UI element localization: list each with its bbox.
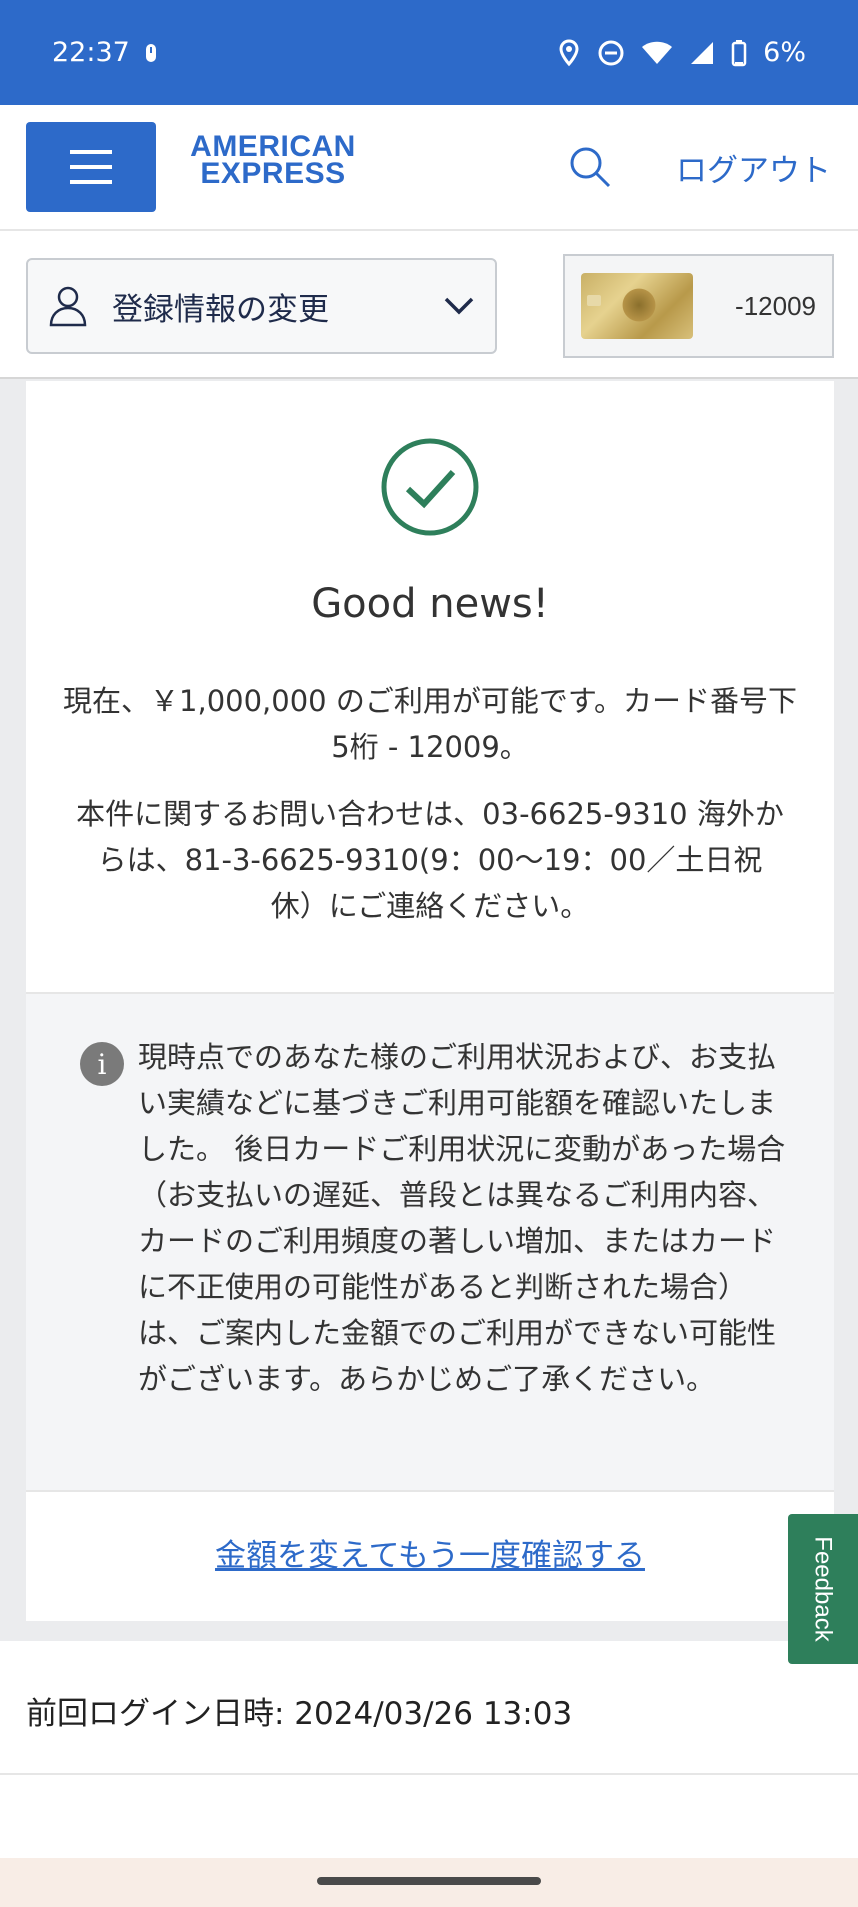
user-icon bbox=[49, 286, 87, 327]
card-selector[interactable]: -12009 bbox=[563, 254, 834, 358]
info-text: 現時点でのあなた様のご利用状況および、お支払い実績などに基づきご利用可能額を確認… bbox=[138, 1040, 786, 1396]
result-heading: Good news! bbox=[311, 581, 549, 627]
account-settings-dropdown[interactable]: 登録情報の変更 bbox=[26, 258, 497, 354]
wifi-icon bbox=[641, 40, 673, 66]
last-login-text: 前回ログイン日時: 2024/03/26 13:03 bbox=[26, 1696, 573, 1732]
gesture-nav-handle[interactable] bbox=[317, 1877, 541, 1885]
status-bar: 22:37 6% bbox=[0, 0, 858, 105]
signal-icon bbox=[689, 40, 715, 66]
search-icon bbox=[570, 147, 611, 188]
dnd-icon bbox=[597, 39, 625, 67]
contact-message: 本件に関するお問い合わせは、03-6625-9310 海外からは、81-3-66… bbox=[76, 797, 784, 923]
notification-icon bbox=[144, 41, 158, 65]
search-button[interactable] bbox=[566, 143, 614, 191]
hamburger-icon bbox=[70, 150, 112, 184]
success-check-icon bbox=[381, 438, 479, 536]
available-amount-message: 現在、￥1,000,000 のご利用が可能です。カード番号下5桁 - 12009… bbox=[63, 684, 797, 764]
sub-header: 登録情報の変更 -12009 bbox=[0, 231, 858, 379]
gold-card-image bbox=[581, 273, 693, 339]
menu-button[interactable] bbox=[26, 122, 156, 212]
logo-line-2: EXPRESS bbox=[200, 157, 346, 190]
result-card: Good news! 現在、￥1,000,000 のご利用が可能です。カード番号… bbox=[26, 381, 834, 1621]
feedback-tab[interactable]: Feedback bbox=[788, 1514, 858, 1664]
info-box: i 現時点でのあなた様のご利用状況および、お支払い実績などに基づきご利用可能額を… bbox=[26, 992, 834, 1492]
app-header: AMERICAN EXPRESS ログアウト bbox=[0, 105, 858, 231]
account-settings-label: 登録情報の変更 bbox=[112, 291, 329, 328]
amex-logo[interactable]: AMERICAN EXPRESS bbox=[178, 130, 368, 193]
card-number: -12009 bbox=[735, 290, 816, 321]
feedback-label: Feedback bbox=[810, 1536, 837, 1642]
status-time: 22:37 bbox=[52, 37, 130, 68]
battery-percent: 6% bbox=[763, 37, 806, 68]
divider bbox=[0, 1773, 858, 1775]
recheck-amount-link[interactable]: 金額を変えてもう一度確認する bbox=[26, 1530, 834, 1575]
info-icon: i bbox=[80, 1042, 124, 1086]
location-icon bbox=[557, 38, 581, 67]
logo-line-1: AMERICAN bbox=[190, 130, 356, 163]
logout-link[interactable]: ログアウト bbox=[676, 145, 831, 190]
battery-icon bbox=[731, 39, 747, 67]
chevron-down-icon bbox=[444, 297, 474, 315]
